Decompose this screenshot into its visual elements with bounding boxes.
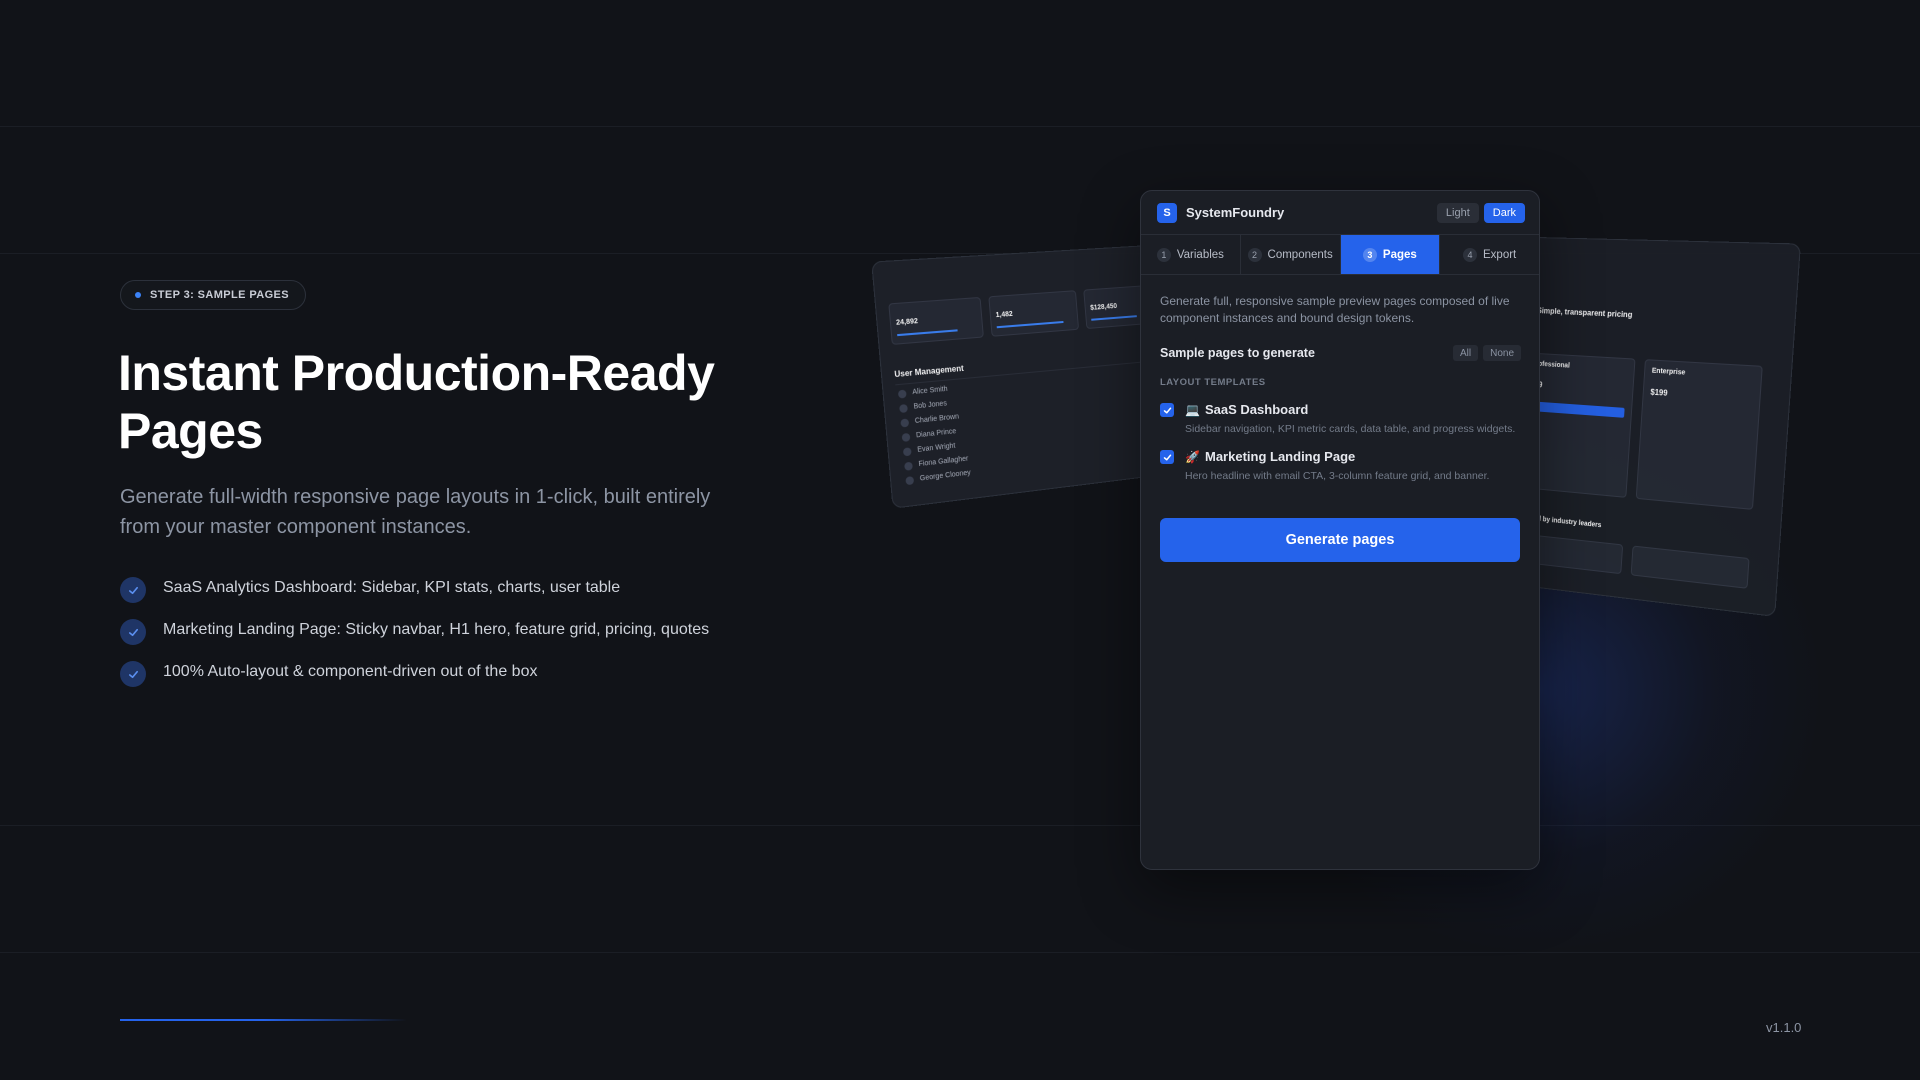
tab-label: Components xyxy=(1268,249,1333,261)
tab-number: 4 xyxy=(1463,248,1477,262)
tab-pages[interactable]: 3 Pages xyxy=(1341,235,1441,274)
template-header: 💻 SaaS Dashboard xyxy=(1185,402,1525,417)
feature-text: Marketing Landing Page: Sticky navbar, H… xyxy=(163,618,709,642)
template-option-marketing-landing[interactable]: 🚀 Marketing Landing Page Hero headline w… xyxy=(1160,449,1521,484)
plan-price: $199 xyxy=(1650,388,1668,398)
template-name: Marketing Landing Page xyxy=(1205,449,1355,464)
layout-templates-label: LAYOUT TEMPLATES xyxy=(1160,377,1521,388)
avatar xyxy=(904,462,913,471)
checkbox-marketing-landing[interactable] xyxy=(1160,450,1174,464)
tab-label: Variables xyxy=(1177,249,1224,261)
rocket-icon: 🚀 xyxy=(1185,450,1199,464)
avatar xyxy=(898,390,907,399)
template-description: Sidebar navigation, KPI metric cards, da… xyxy=(1185,422,1525,437)
sample-pages-header: Sample pages to generate All None xyxy=(1160,345,1521,361)
avatar xyxy=(903,447,912,456)
grid-line xyxy=(0,952,1920,953)
template-content: 🚀 Marketing Landing Page Hero headline w… xyxy=(1185,449,1525,484)
select-buttons: All None xyxy=(1453,345,1521,361)
section-title: Sample pages to generate xyxy=(1160,346,1315,360)
table-cell: Charlie Brown xyxy=(915,413,960,425)
tab-number: 1 xyxy=(1157,248,1171,262)
page-subtitle: Generate full-width responsive page layo… xyxy=(120,482,720,542)
checkbox-saas-dashboard[interactable] xyxy=(1160,403,1174,417)
plugin-panel: S SystemFoundry Light Dark 1 Variables 2… xyxy=(1140,190,1540,870)
table-cell: Fiona Gallagher xyxy=(918,455,968,468)
tab-label: Pages xyxy=(1383,249,1417,261)
step-progress-fill xyxy=(120,1019,407,1021)
app-title: SystemFoundry xyxy=(1186,205,1437,220)
feature-text: 100% Auto-layout & component-driven out … xyxy=(163,660,537,684)
select-none-button[interactable]: None xyxy=(1483,345,1521,361)
tab-label: Export xyxy=(1483,249,1516,261)
generate-pages-button[interactable]: Generate pages xyxy=(1160,518,1520,562)
feature-text: SaaS Analytics Dashboard: Sidebar, KPI s… xyxy=(163,576,620,600)
tab-components[interactable]: 2 Components xyxy=(1241,235,1341,274)
kpi-value: 1,482 xyxy=(995,311,1013,319)
check-icon xyxy=(1163,406,1172,415)
table-cell: Evan Wright xyxy=(917,442,956,453)
panel-body: Generate full, responsive sample preview… xyxy=(1141,275,1539,562)
tab-number: 3 xyxy=(1363,248,1377,262)
preview-section-title: User Management xyxy=(894,364,964,379)
step-tabs: 1 Variables 2 Components 3 Pages 4 Expor… xyxy=(1141,235,1539,275)
quote-card xyxy=(1631,546,1750,589)
tab-export[interactable]: 4 Export xyxy=(1440,235,1539,274)
template-option-saas-dashboard[interactable]: 💻 SaaS Dashboard Sidebar navigation, KPI… xyxy=(1160,402,1521,437)
step-progress-bar xyxy=(120,1019,410,1021)
avatar xyxy=(902,433,911,442)
table-cell: Bob Jones xyxy=(913,400,947,410)
step-badge-label: STEP 3: SAMPLE PAGES xyxy=(150,289,289,301)
laptop-icon: 💻 xyxy=(1185,403,1199,417)
avatar xyxy=(905,476,914,485)
check-icon xyxy=(1163,453,1172,462)
table-cell: Alice Smith xyxy=(912,386,948,397)
feature-list: SaaS Analytics Dashboard: Sidebar, KPI s… xyxy=(120,576,720,702)
tab-number: 2 xyxy=(1248,248,1262,262)
version-label: v1.1.0 xyxy=(1766,1020,1801,1035)
select-all-button[interactable]: All xyxy=(1453,345,1478,361)
panel-header: S SystemFoundry Light Dark xyxy=(1141,191,1539,235)
badge-dot-icon xyxy=(135,292,141,298)
grid-line xyxy=(0,126,1920,127)
feature-item: SaaS Analytics Dashboard: Sidebar, KPI s… xyxy=(120,576,720,603)
check-icon xyxy=(120,577,146,603)
pricing-card xyxy=(1636,359,1763,510)
template-description: Hero headline with email CTA, 3-column f… xyxy=(1185,469,1525,484)
theme-dark-button[interactable]: Dark xyxy=(1484,203,1525,223)
preview-pricing-title: Simple, transparent pricing xyxy=(1537,306,1633,319)
avatar xyxy=(900,418,909,427)
step-badge: STEP 3: SAMPLE PAGES xyxy=(120,280,306,310)
theme-toggle: Light Dark xyxy=(1437,203,1525,223)
table-cell: George Clooney xyxy=(920,469,971,482)
table-cell: Diana Prince xyxy=(916,428,957,439)
feature-item: 100% Auto-layout & component-driven out … xyxy=(120,660,720,687)
tab-variables[interactable]: 1 Variables xyxy=(1141,235,1241,274)
template-content: 💻 SaaS Dashboard Sidebar navigation, KPI… xyxy=(1185,402,1525,437)
feature-item: Marketing Landing Page: Sticky navbar, H… xyxy=(120,618,720,645)
pages-description: Generate full, responsive sample preview… xyxy=(1160,293,1521,327)
page-title: Instant Production-Ready Pages xyxy=(118,344,758,460)
check-icon xyxy=(120,619,146,645)
avatar xyxy=(899,404,908,413)
check-icon xyxy=(120,661,146,687)
template-header: 🚀 Marketing Landing Page xyxy=(1185,449,1525,464)
app-logo: S xyxy=(1157,203,1177,223)
template-name: SaaS Dashboard xyxy=(1205,402,1308,417)
theme-light-button[interactable]: Light xyxy=(1437,203,1479,223)
